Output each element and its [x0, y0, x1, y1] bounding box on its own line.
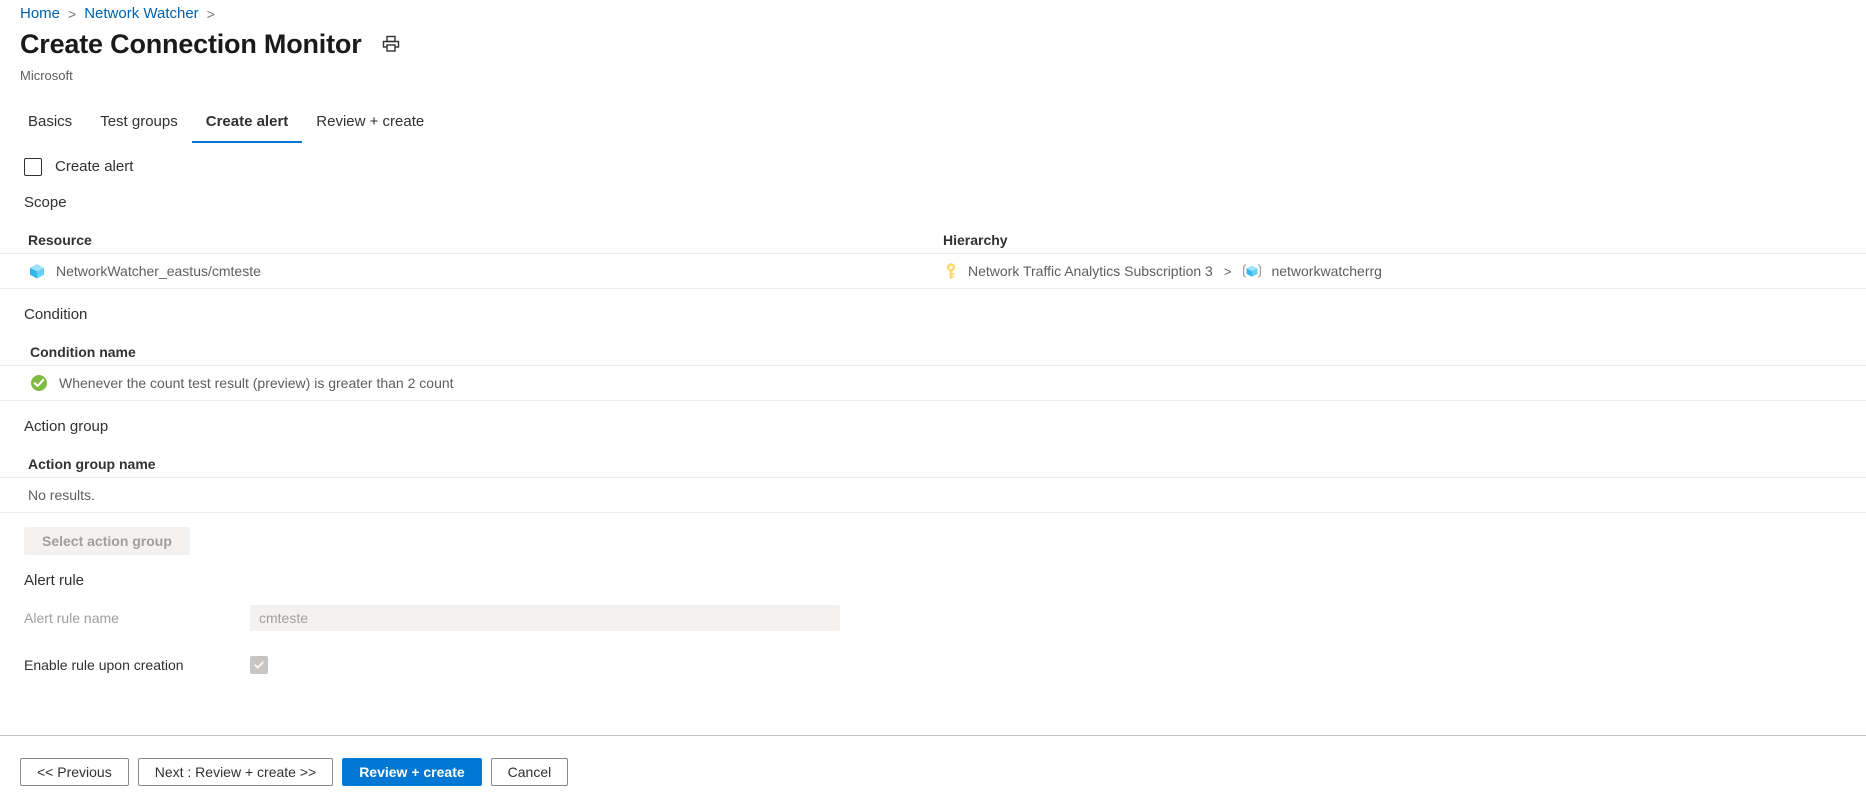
- create-alert-checkbox[interactable]: [24, 158, 42, 176]
- tab-basics[interactable]: Basics: [20, 112, 86, 143]
- resource-group-icon: [1242, 262, 1262, 280]
- action-group-empty-row: No results.: [0, 477, 1866, 513]
- tab-test-groups[interactable]: Test groups: [86, 112, 192, 143]
- hierarchy-separator-icon: >: [1223, 263, 1232, 279]
- breadcrumb-separator-icon: >: [68, 6, 77, 22]
- page-title: Create Connection Monitor: [20, 29, 362, 59]
- scope-resource-group-name: networkwatcherrg: [1271, 263, 1382, 279]
- condition-grid: Condition name Whenever the count test r…: [0, 339, 1866, 401]
- scope-section-label: Scope: [24, 194, 67, 211]
- column-header-hierarchy: Hierarchy: [943, 232, 1008, 248]
- review-create-button[interactable]: Review + create: [342, 758, 482, 786]
- alert-rule-name-row: Alert rule name: [0, 605, 1866, 631]
- scope-grid: Resource Hierarchy NetworkWatcher_eastus…: [0, 227, 1866, 289]
- column-header-action-group-name: Action group name: [28, 456, 156, 472]
- cube-icon: [28, 262, 46, 280]
- create-alert-checkbox-label: Create alert: [55, 158, 134, 175]
- enable-rule-row: Enable rule upon creation: [0, 655, 1866, 675]
- enable-rule-label: Enable rule upon creation: [24, 657, 184, 673]
- column-header-resource: Resource: [28, 232, 92, 248]
- condition-section-label: Condition: [24, 306, 88, 323]
- next-review-create-button[interactable]: Next : Review + create >>: [137, 758, 334, 786]
- title-row: Create Connection Monitor: [20, 28, 402, 60]
- main-content: Create alert Scope Resource Hierarchy Ne…: [0, 155, 1866, 675]
- tab-list: Basics Test groups Create alert Review +…: [20, 112, 438, 143]
- cancel-button[interactable]: Cancel: [490, 758, 569, 786]
- enable-rule-checkbox[interactable]: [250, 656, 268, 674]
- page-subtitle: Microsoft: [20, 68, 73, 83]
- scope-grid-header: Resource Hierarchy: [0, 227, 1866, 253]
- scope-resource-name: NetworkWatcher_eastus/cmteste: [56, 263, 261, 279]
- column-header-condition-name: Condition name: [30, 344, 136, 360]
- tab-create-alert[interactable]: Create alert: [191, 112, 303, 143]
- footer-button-bar: << Previous Next : Review + create >> Re…: [20, 758, 569, 786]
- green-check-icon: [30, 374, 48, 392]
- alert-rule-section-label: Alert rule: [24, 572, 85, 589]
- condition-text: Whenever the count test result (preview)…: [59, 375, 454, 391]
- breadcrumb-separator-icon: >: [206, 6, 215, 22]
- action-group-grid-header: Action group name: [0, 451, 1866, 477]
- condition-row: Whenever the count test result (preview)…: [0, 365, 1866, 401]
- scope-subscription-name: Network Traffic Analytics Subscription 3: [968, 263, 1213, 279]
- scope-resource-cell: NetworkWatcher_eastus/cmteste: [28, 262, 943, 280]
- condition-grid-header: Condition name: [0, 339, 1866, 365]
- breadcrumb-item-home[interactable]: Home: [20, 4, 60, 24]
- action-group-grid: Action group name No results.: [0, 451, 1866, 513]
- action-group-empty-text: No results.: [28, 487, 95, 503]
- action-group-section-label: Action group: [24, 418, 109, 435]
- alert-rule-name-label: Alert rule name: [24, 610, 119, 626]
- previous-button[interactable]: << Previous: [20, 758, 129, 786]
- alert-rule-name-input[interactable]: [250, 605, 840, 631]
- print-icon[interactable]: [380, 33, 402, 55]
- table-row: NetworkWatcher_eastus/cmteste Network Tr…: [0, 253, 1866, 289]
- tab-review-create[interactable]: Review + create: [302, 112, 438, 143]
- key-icon: [943, 262, 959, 280]
- breadcrumb-item-network-watcher[interactable]: Network Watcher: [84, 4, 198, 24]
- breadcrumb: Home > Network Watcher >: [20, 4, 215, 24]
- scope-hierarchy-cell: Network Traffic Analytics Subscription 3…: [943, 262, 1866, 280]
- create-alert-checkbox-row[interactable]: Create alert: [0, 155, 1866, 179]
- footer-separator: [0, 735, 1866, 736]
- select-action-group-button[interactable]: Select action group: [24, 527, 190, 555]
